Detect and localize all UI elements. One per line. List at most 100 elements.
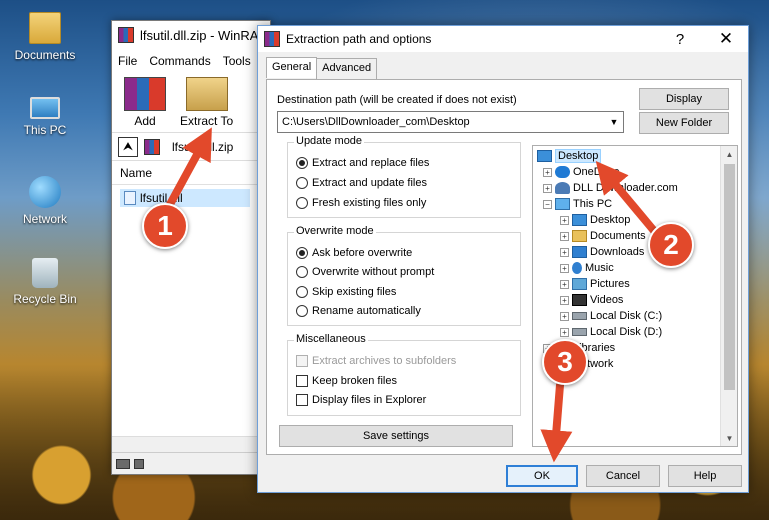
- save-settings-button[interactable]: Save settings: [279, 425, 513, 447]
- collapse-icon[interactable]: −: [543, 199, 552, 209]
- radio-extract-replace[interactable]: Extract and replace files: [296, 157, 429, 169]
- tree-node-music[interactable]: + Music: [560, 260, 614, 276]
- expand-icon[interactable]: +: [560, 247, 569, 257]
- overwrite-mode-title: Overwrite mode: [294, 225, 376, 237]
- radio-skip-existing[interactable]: Skip existing files: [296, 286, 396, 298]
- extract-to-label: Extract To: [180, 114, 234, 128]
- tree-node-pc-desktop[interactable]: + Desktop: [560, 212, 630, 228]
- tree-node-onedrive[interactable]: + OneDrive: [543, 164, 619, 180]
- column-header-name[interactable]: Name: [112, 161, 270, 185]
- radio-selected[interactable]: [296, 157, 308, 169]
- new-folder-button[interactable]: New Folder: [639, 112, 729, 134]
- menu-file[interactable]: File: [118, 54, 137, 68]
- expand-icon[interactable]: +: [543, 183, 552, 193]
- tree-node-user[interactable]: + DLL Downloader.com: [543, 180, 678, 196]
- destination-path-combobox[interactable]: C:\Users\DllDownloader_com\Desktop ▼: [277, 111, 624, 133]
- expand-icon[interactable]: +: [560, 311, 569, 321]
- extract-to-button[interactable]: Extract To: [180, 77, 233, 132]
- tree-vertical-scrollbar[interactable]: ▲ ▼: [720, 146, 737, 446]
- this-pc-icon: [30, 97, 60, 119]
- expand-icon[interactable]: +: [560, 279, 569, 289]
- dialog-tabs: General Advanced: [266, 57, 378, 79]
- scroll-up-icon[interactable]: ▲: [721, 146, 737, 162]
- up-folder-button[interactable]: ⮝: [118, 136, 138, 157]
- tree-node-local-disk-d[interactable]: + Local Disk (D:): [560, 324, 662, 340]
- tree-node-label: Documents: [590, 230, 646, 242]
- key-icon: [134, 458, 144, 469]
- tree-node-this-pc[interactable]: − This PC: [543, 196, 612, 212]
- step-1-callout: 1: [142, 203, 188, 249]
- help-button[interactable]: Help: [668, 465, 742, 487]
- radio-rename-automatically[interactable]: Rename automatically: [296, 305, 421, 317]
- tree-node-pictures[interactable]: + Pictures: [560, 276, 630, 292]
- display-button[interactable]: Display: [639, 88, 729, 110]
- file-row[interactable]: lfsutil.dll: [120, 189, 250, 207]
- radio-unselected[interactable]: [296, 266, 308, 278]
- menu-tools[interactable]: Tools: [223, 54, 251, 68]
- radio-unselected[interactable]: [296, 177, 308, 189]
- desktop-icon-network[interactable]: Network: [0, 176, 90, 226]
- checkbox-unchecked[interactable]: [296, 375, 308, 387]
- close-button[interactable]: ✕: [704, 26, 748, 52]
- expand-icon[interactable]: +: [560, 263, 569, 273]
- scroll-down-icon[interactable]: ▼: [721, 430, 737, 446]
- overwrite-mode-group: Overwrite mode Ask before overwrite Over…: [287, 225, 521, 326]
- add-button[interactable]: Add: [124, 77, 166, 132]
- desktop-icon: [537, 150, 552, 162]
- chevron-down-icon[interactable]: ▼: [605, 112, 623, 132]
- radio-label: Skip existing files: [312, 286, 397, 298]
- radio-selected[interactable]: [296, 247, 308, 259]
- tree-node-label: Local Disk (C:): [590, 310, 663, 322]
- local-disk-icon: [572, 328, 587, 336]
- radio-unselected[interactable]: [296, 197, 308, 209]
- checkbox-unchecked[interactable]: [296, 394, 308, 406]
- radio-overwrite-without-prompt[interactable]: Overwrite without prompt: [296, 266, 434, 278]
- menu-commands[interactable]: Commands: [149, 54, 210, 68]
- tree-node-videos[interactable]: + Videos: [560, 292, 623, 308]
- tree-node-label: Desktop: [555, 149, 602, 163]
- winrar-titlebar[interactable]: lfsutil.dll.zip - WinRAR: [112, 21, 270, 49]
- checkbox-keep-broken-files[interactable]: Keep broken files: [296, 375, 397, 387]
- tree-node-documents[interactable]: + Documents: [560, 228, 646, 244]
- documents-folder-icon: [29, 12, 61, 44]
- title-help-button[interactable]: ?: [658, 26, 702, 52]
- winrar-pathbar: ⮝ lfsutil.dll.zip: [112, 133, 270, 161]
- desktop-icon: [572, 214, 587, 226]
- tree-node-local-disk-c[interactable]: + Local Disk (C:): [560, 308, 662, 324]
- horizontal-scrollbar[interactable]: [112, 436, 270, 452]
- user-icon: [555, 182, 570, 194]
- winrar-statusbar: [112, 452, 270, 474]
- radio-fresh-existing[interactable]: Fresh existing files only: [296, 197, 426, 209]
- tab-advanced[interactable]: Advanced: [316, 58, 378, 79]
- radio-label: Ask before overwrite: [312, 247, 413, 259]
- desktop-icon-recycle-bin[interactable]: Recycle Bin: [0, 258, 90, 306]
- expand-icon[interactable]: +: [543, 167, 552, 177]
- column-header-label: Name: [120, 165, 153, 180]
- tree-node-desktop[interactable]: Desktop: [537, 148, 602, 164]
- tree-node-label: Desktop: [590, 214, 631, 226]
- radio-ask-before-overwrite[interactable]: Ask before overwrite: [296, 247, 412, 259]
- radio-unselected[interactable]: [296, 305, 308, 317]
- desktop-icon-label: Documents: [14, 48, 76, 62]
- tab-general[interactable]: General: [266, 57, 318, 78]
- drive-icon: [116, 458, 130, 469]
- radio-label: Fresh existing files only: [312, 197, 427, 209]
- expand-icon[interactable]: +: [560, 295, 569, 305]
- tree-node-downloads[interactable]: + Downloads: [560, 244, 644, 260]
- checkbox-display-in-explorer[interactable]: Display files in Explorer: [296, 394, 426, 406]
- expand-icon[interactable]: +: [560, 327, 569, 337]
- music-icon: [572, 262, 582, 274]
- desktop-icon-this-pc[interactable]: This PC: [0, 92, 90, 137]
- radio-unselected[interactable]: [296, 286, 308, 298]
- ok-button[interactable]: OK: [506, 465, 578, 487]
- expand-icon[interactable]: +: [560, 215, 569, 225]
- desktop-icon-documents[interactable]: Documents: [0, 12, 90, 62]
- cancel-button[interactable]: Cancel: [586, 465, 660, 487]
- destination-label: Destination path (will be created if doe…: [277, 94, 517, 106]
- expand-icon[interactable]: +: [560, 231, 569, 241]
- dialog-titlebar[interactable]: Extraction path and options ? ✕: [258, 26, 748, 52]
- radio-extract-update[interactable]: Extract and update files: [296, 177, 427, 189]
- scrollbar-thumb[interactable]: [724, 164, 735, 390]
- winrar-title: lfsutil.dll.zip - WinRAR: [140, 27, 268, 43]
- folder-tree[interactable]: Desktop + OneDrive + DLL Downloader.com …: [532, 145, 738, 447]
